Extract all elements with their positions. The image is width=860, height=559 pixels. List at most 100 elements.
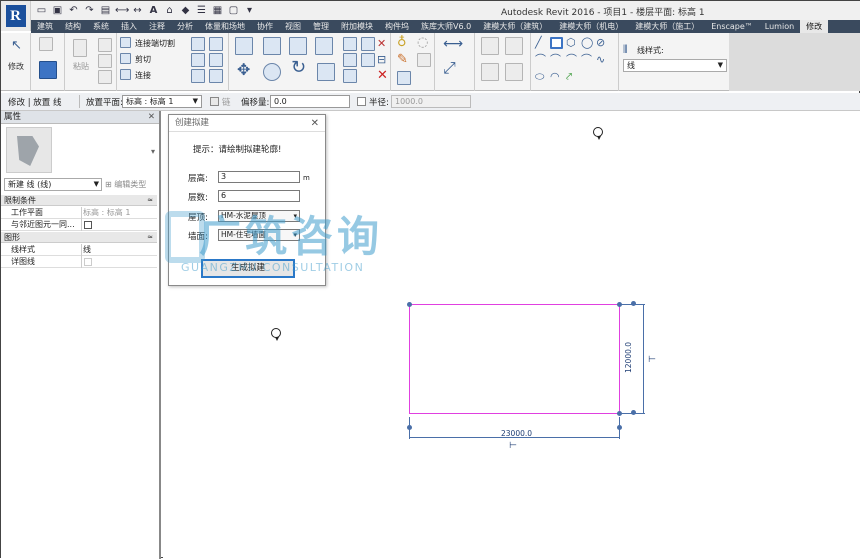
wall-joins-icon[interactable]: [191, 37, 205, 51]
aligned-dimension-icon[interactable]: ⤢: [443, 60, 456, 76]
draw-arc-center-icon[interactable]: ⌒: [550, 53, 561, 67]
ribbon-tab[interactable]: 分析: [171, 20, 199, 33]
undo-icon[interactable]: ↶: [67, 4, 80, 17]
edit-type-button[interactable]: ⊞ 编辑类型: [105, 179, 146, 190]
demolish-icon[interactable]: [209, 53, 223, 67]
floor-count-input[interactable]: 6: [218, 190, 300, 202]
join-cut-label[interactable]: 连接端切割: [135, 38, 175, 49]
ribbon-tab[interactable]: 协作: [251, 20, 279, 33]
floor-height-input[interactable]: 3: [218, 171, 300, 183]
ribbon-tab[interactable]: 建模大师（机电）: [553, 20, 629, 33]
draw-fillet-icon[interactable]: ⌒: [581, 53, 592, 67]
draw-circle-icon[interactable]: ◯: [581, 36, 593, 50]
ribbon-tab[interactable]: 建模大师（建筑）: [477, 20, 553, 33]
redo-icon[interactable]: ↷: [83, 4, 96, 17]
type-selector-chevron-icon[interactable]: ▾: [151, 147, 155, 156]
line-style-select[interactable]: 线 ▼: [623, 59, 727, 72]
wall-select[interactable]: HM-住宅墙面 ▾: [218, 229, 300, 241]
measure-icon[interactable]: ⟷: [115, 4, 129, 17]
ribbon-tab[interactable]: Lumion: [759, 20, 800, 33]
pick-lines-icon[interactable]: ⤤: [566, 70, 572, 84]
split-element-icon[interactable]: [343, 37, 357, 51]
radius-input[interactable]: 1000.0: [391, 95, 471, 108]
measure-distance-icon[interactable]: ⟷: [443, 37, 463, 51]
application-menu-button[interactable]: R: [1, 1, 31, 31]
ribbon-tab[interactable]: 建筑: [31, 20, 59, 33]
text-icon[interactable]: A: [147, 4, 160, 17]
sketch-rectangle[interactable]: [409, 304, 620, 414]
copy-icon[interactable]: [98, 54, 112, 68]
placement-plane-select[interactable]: 标高 : 标高 1 ▼: [122, 95, 202, 108]
draw-rectangle-icon[interactable]: [550, 37, 563, 49]
section-icon[interactable]: ◆: [179, 4, 192, 17]
view-range-icon[interactable]: [397, 71, 411, 85]
filter-icon[interactable]: [417, 53, 431, 67]
instance-filter-select[interactable]: 新建 线 (线) ▼: [4, 178, 102, 191]
dimension-grip[interactable]: [407, 425, 412, 430]
dimension-lock-icon[interactable]: ⊢: [648, 353, 656, 367]
ribbon-tab[interactable]: 建模大师（施工）: [629, 20, 705, 33]
draw-polygon-icon[interactable]: ⬡: [566, 36, 576, 50]
rect-grip[interactable]: [407, 302, 412, 307]
radius-checkbox[interactable]: [357, 97, 366, 106]
rotate-icon[interactable]: ↻: [291, 59, 306, 77]
cut-geometry-icon[interactable]: [120, 53, 131, 64]
ribbon-tab[interactable]: Enscape™: [705, 20, 759, 33]
trim-multiple-icon[interactable]: ⊟: [377, 53, 386, 67]
offset-input[interactable]: 0.0: [270, 95, 350, 108]
split-gap-icon[interactable]: [361, 37, 375, 51]
override-graphics-icon[interactable]: ♁: [397, 36, 407, 50]
qat-dropdown-icon[interactable]: ▾: [243, 4, 256, 17]
pin-icon[interactable]: [343, 69, 357, 83]
open-icon[interactable]: ▭: [35, 4, 48, 17]
close-icon[interactable]: ✕: [148, 111, 155, 124]
delete-icon[interactable]: ✕: [377, 69, 388, 83]
draw-partial-ellipse-icon[interactable]: ◠: [550, 70, 560, 84]
join-geometry-icon[interactable]: [120, 69, 131, 80]
modify-cursor-icon[interactable]: ↖: [11, 39, 22, 53]
paste-icon[interactable]: [73, 39, 87, 57]
create-parts-icon[interactable]: [505, 63, 523, 81]
dimension-grip[interactable]: [631, 301, 636, 306]
close-icon[interactable]: ✕: [311, 115, 319, 132]
create-group-icon[interactable]: [481, 37, 499, 55]
ribbon-tab[interactable]: 附加模块: [335, 20, 379, 33]
height-dimension-text[interactable]: 12000.0: [624, 342, 633, 373]
align-icon[interactable]: [235, 37, 253, 55]
move-icon[interactable]: ✥: [237, 62, 250, 78]
width-dimension-text[interactable]: 23000.0: [501, 429, 532, 438]
match-properties-icon[interactable]: [98, 70, 112, 84]
hide-element-icon[interactable]: ◌: [417, 36, 428, 50]
dimension-grip[interactable]: [617, 425, 622, 430]
draw-inscribed-icon[interactable]: ⊘: [596, 36, 605, 50]
linework-icon[interactable]: ✎: [397, 53, 408, 67]
roof-select[interactable]: HM-水泥屋顶 ▾: [218, 210, 300, 222]
draw-spline-icon[interactable]: ∿: [596, 53, 605, 67]
join-label[interactable]: 连接: [135, 70, 151, 81]
wall-opening-icon[interactable]: [191, 69, 205, 83]
paint-icon[interactable]: [191, 53, 205, 67]
property-checkbox[interactable]: [84, 221, 92, 229]
copy-element-icon[interactable]: [263, 63, 281, 81]
draw-ellipse-icon[interactable]: ⬭: [535, 70, 544, 84]
split-face-icon[interactable]: [209, 37, 223, 51]
elevation-marker-icon[interactable]: [593, 127, 603, 140]
ribbon-tab[interactable]: 族库大师V6.0: [415, 20, 477, 33]
dimension-grip[interactable]: [631, 410, 636, 415]
3d-view-icon[interactable]: ⌂: [163, 4, 176, 17]
ribbon-tab[interactable]: 结构: [59, 20, 87, 33]
close-hidden-icon[interactable]: ▦: [211, 4, 224, 17]
chain-checkbox[interactable]: [210, 97, 219, 106]
cut-scissors-icon[interactable]: [98, 38, 112, 52]
ribbon-tab[interactable]: 体量和场地: [199, 20, 251, 33]
draw-arc-tangent-icon[interactable]: ⌒: [566, 53, 577, 67]
dimension-lock-icon[interactable]: ⊢: [509, 439, 517, 453]
ribbon-tab[interactable]: 构件坞: [379, 20, 415, 33]
dimension-icon[interactable]: ↔: [131, 4, 144, 17]
mirror-draw-icon[interactable]: [315, 37, 333, 55]
elevation-marker-icon[interactable]: [271, 328, 281, 341]
hammer-icon[interactable]: [209, 69, 223, 83]
unpin-icon[interactable]: ✕: [377, 37, 386, 51]
ribbon-tab[interactable]: 管理: [307, 20, 335, 33]
type-properties-icon[interactable]: [39, 37, 53, 51]
